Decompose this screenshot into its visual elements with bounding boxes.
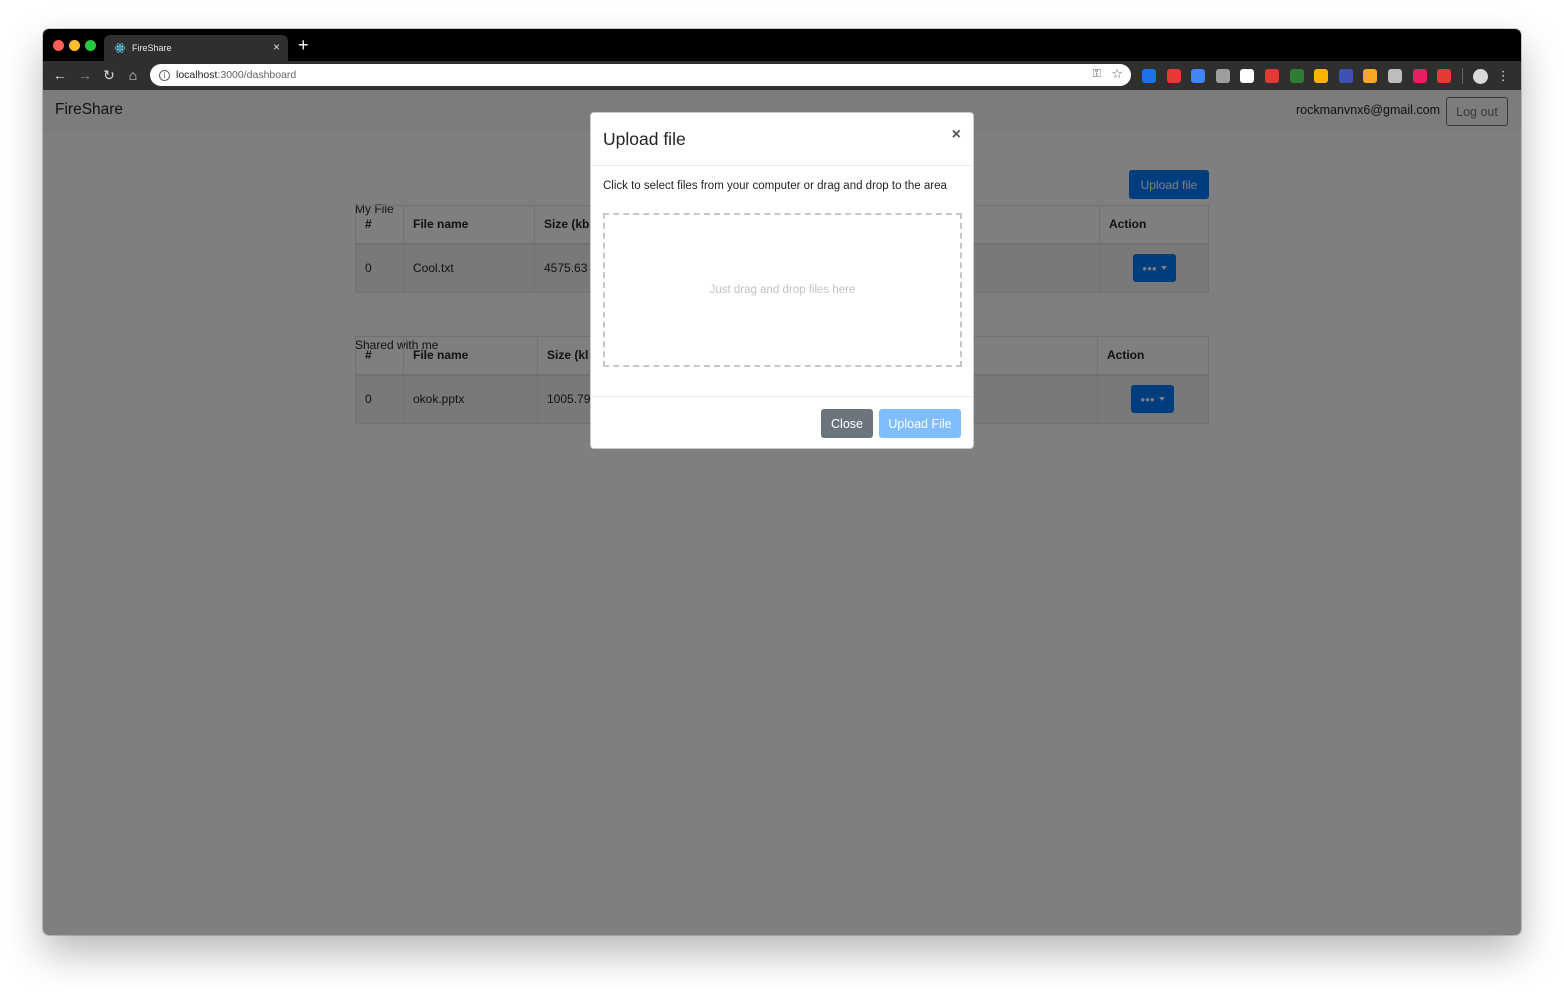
page-content: FireShare rockmanvnx6@gmail.com Log out … bbox=[43, 90, 1521, 935]
extension-icon[interactable] bbox=[1166, 69, 1181, 83]
forward-arrow-icon[interactable]: → bbox=[76, 66, 94, 84]
toolbar-divider bbox=[1461, 68, 1463, 84]
close-button[interactable]: Close bbox=[821, 409, 873, 438]
extension-icon[interactable] bbox=[1215, 69, 1230, 83]
extension-icon[interactable] bbox=[1240, 69, 1255, 83]
upload-modal: Upload file × Click to select files from… bbox=[590, 112, 974, 449]
reload-icon[interactable]: ↻ bbox=[100, 66, 118, 84]
extension-icon[interactable] bbox=[1437, 69, 1452, 83]
modal-title: Upload file bbox=[603, 129, 686, 149]
tab-title: FireShare bbox=[132, 43, 172, 53]
window-minimize-icon[interactable] bbox=[69, 40, 80, 51]
back-arrow-icon[interactable]: ← bbox=[51, 66, 69, 84]
tab-close-icon[interactable]: × bbox=[273, 41, 280, 53]
url-path: :3000/dashboard bbox=[217, 69, 297, 81]
browser-window: FireShare × + ← → ↻ ⌂ i localhost:3000/d… bbox=[43, 29, 1521, 935]
window-maximize-icon[interactable] bbox=[85, 40, 96, 51]
extension-icon[interactable] bbox=[1314, 69, 1329, 83]
extension-icon[interactable] bbox=[1338, 69, 1353, 83]
new-tab-icon[interactable]: + bbox=[298, 36, 309, 54]
modal-footer: Close Upload File bbox=[591, 396, 973, 449]
extension-icon[interactable] bbox=[1412, 69, 1427, 83]
upload-submit-button[interactable]: Upload File bbox=[879, 409, 961, 438]
extension-icon[interactable] bbox=[1363, 69, 1378, 83]
browser-menu-icon[interactable]: ⋮ bbox=[1497, 69, 1510, 83]
extension-icon[interactable] bbox=[1289, 69, 1304, 83]
url-host: localhost bbox=[176, 69, 218, 81]
extension-icon[interactable] bbox=[1387, 69, 1402, 83]
modal-instruction: Click to select files from your computer… bbox=[603, 180, 947, 192]
site-info-icon[interactable]: i bbox=[159, 69, 170, 81]
close-icon[interactable]: × bbox=[952, 126, 961, 144]
modal-header: Upload file × bbox=[591, 113, 973, 166]
browser-tab[interactable]: FireShare × bbox=[104, 35, 288, 61]
dropzone-placeholder: Just drag and drop files here bbox=[709, 284, 856, 296]
extension-icon[interactable] bbox=[1191, 69, 1206, 83]
address-bar[interactable]: i localhost:3000/dashboard ⚿ ☆ bbox=[150, 64, 1131, 86]
extension-icon[interactable] bbox=[1264, 69, 1279, 83]
extension-icon[interactable] bbox=[1142, 69, 1156, 83]
react-atom-icon bbox=[114, 43, 126, 53]
window-close-icon[interactable] bbox=[53, 40, 64, 51]
tab-strip: FireShare × + bbox=[43, 29, 1521, 61]
bookmark-star-icon[interactable]: ☆ bbox=[1111, 66, 1123, 82]
key-icon[interactable]: ⚿ bbox=[1093, 68, 1101, 81]
browser-toolbar: ← → ↻ ⌂ i localhost:3000/dashboard ⚿ ☆ bbox=[43, 61, 1521, 90]
file-dropzone[interactable]: Just drag and drop files here bbox=[603, 213, 962, 367]
profile-avatar-icon[interactable] bbox=[1472, 68, 1488, 84]
home-icon[interactable]: ⌂ bbox=[124, 66, 142, 84]
extension-bar: ⋮ bbox=[1142, 68, 1510, 84]
